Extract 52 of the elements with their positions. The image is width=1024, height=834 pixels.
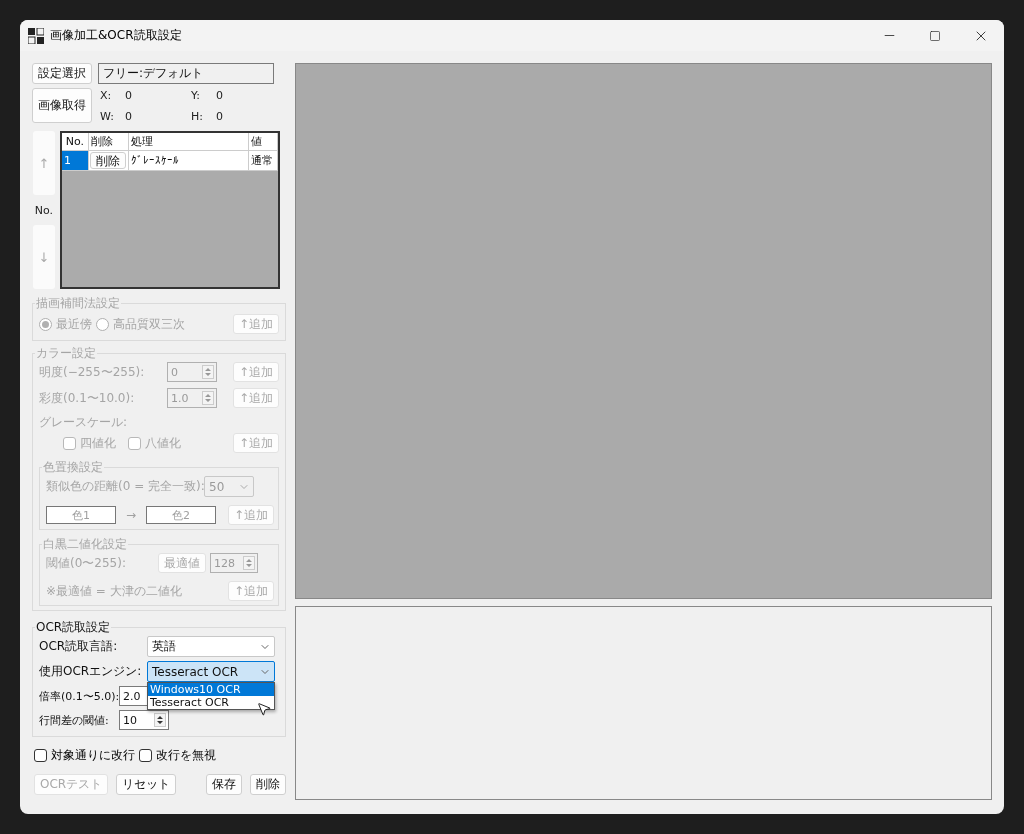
coord-value: 0 bbox=[216, 88, 224, 102]
coord-label: H: bbox=[191, 109, 204, 123]
table-cell: 通常 bbox=[249, 151, 278, 171]
language-dropdown[interactable]: 英語 bbox=[147, 636, 275, 657]
maximize-icon[interactable] bbox=[929, 29, 941, 42]
coord-value: 0 bbox=[125, 88, 133, 102]
group-title: 色置換設定 bbox=[42, 459, 104, 476]
field-label: OCR読取言語: bbox=[39, 638, 119, 655]
checkbox-label: 対象通りに改行 bbox=[51, 747, 135, 764]
dropdown-option[interactable]: Tesseract OCR bbox=[148, 696, 274, 709]
checkbox-label: 八値化 bbox=[145, 434, 181, 452]
field-label: 行間差の閾値: bbox=[39, 712, 110, 728]
coord-value: 0 bbox=[125, 109, 133, 123]
app-logo-icon bbox=[28, 27, 44, 44]
group-title: OCR読取設定 bbox=[35, 619, 112, 636]
radio-label: 最近傍 bbox=[56, 315, 92, 333]
coord-label: Y: bbox=[191, 88, 201, 102]
line-gap-spinner[interactable]: 10 bbox=[119, 710, 169, 730]
settings-select-button[interactable]: 設定選択 bbox=[32, 63, 92, 84]
group-title: 白黒二値化設定 bbox=[42, 536, 128, 553]
delete-row-button[interactable]: 削除 bbox=[90, 152, 126, 169]
group-title: 描画補間法設定 bbox=[35, 295, 121, 312]
coord-value: 0 bbox=[216, 109, 224, 123]
field-label: 彩度(0.1〜10.0): bbox=[39, 389, 136, 407]
action-button[interactable]: リセット bbox=[116, 774, 177, 795]
action-button[interactable]: 保存 bbox=[206, 774, 242, 795]
checkbox-label: 四値化 bbox=[80, 434, 116, 452]
field-label: グレースケール: bbox=[39, 414, 128, 431]
order-label: No. bbox=[34, 203, 54, 217]
spin-arrows-icon bbox=[202, 391, 214, 405]
preset-field: フリー:デフォルト bbox=[98, 63, 274, 84]
spin-arrows-icon bbox=[154, 713, 166, 727]
checkbox[interactable] bbox=[139, 749, 152, 762]
table-cell: ｸﾞﾚｰｽｹｰﾙ bbox=[129, 151, 249, 171]
checkbox[interactable] bbox=[34, 749, 47, 762]
coord-label: X: bbox=[100, 88, 113, 102]
spin-arrows-icon bbox=[202, 365, 214, 379]
dropdown-option[interactable]: Windows10 OCR bbox=[148, 683, 274, 696]
arrow-text: → bbox=[124, 508, 138, 522]
window-title: 画像加工&OCR読取設定 bbox=[50, 27, 183, 44]
field-label: 閾値(0〜255): bbox=[46, 554, 127, 572]
group-title: カラー設定 bbox=[35, 345, 97, 362]
note-text: ※最適値 = 大津の二値化 bbox=[46, 582, 182, 600]
coord-label: W: bbox=[100, 109, 115, 123]
radio-label: 高品質双三次 bbox=[113, 315, 185, 333]
field-label: 使用OCRエンジン: bbox=[39, 663, 143, 680]
field-label: 明度(−255〜255): bbox=[39, 363, 146, 381]
checkbox-label: 改行を無視 bbox=[156, 747, 216, 764]
capture-image-button[interactable]: 画像取得 bbox=[32, 88, 92, 123]
table-cell: 1 bbox=[62, 151, 89, 171]
action-button[interactable]: 削除 bbox=[250, 774, 286, 795]
spin-arrows-icon bbox=[243, 556, 255, 570]
